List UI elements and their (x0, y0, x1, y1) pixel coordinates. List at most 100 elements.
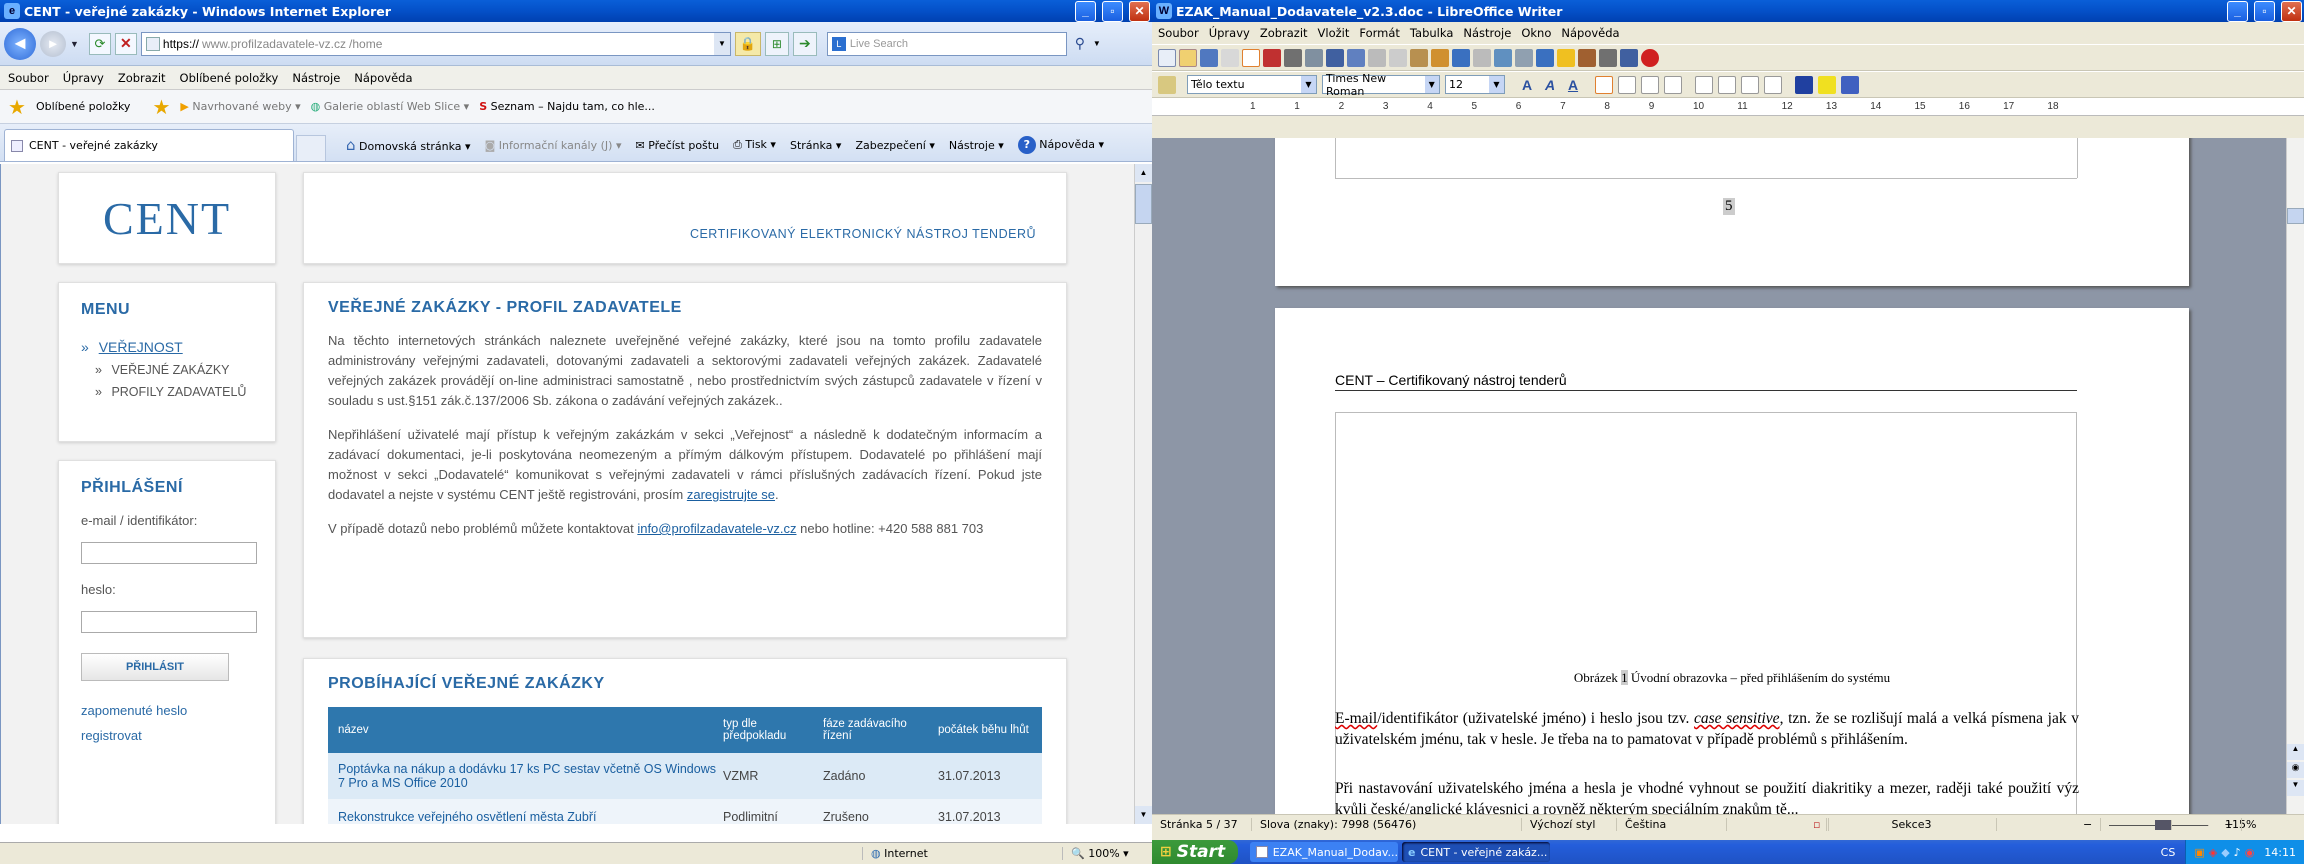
safety-menu-button[interactable]: Zabezpečení ▾ (855, 139, 934, 152)
lo-maximize-button[interactable]: ▫ (2254, 0, 2275, 22)
export-pdf-icon[interactable] (1263, 48, 1281, 67)
zoom-control[interactable]: 🔍 100% ▾ (1062, 847, 1152, 860)
scroll-thumb[interactable] (1135, 184, 1152, 224)
search-box[interactable]: L Live Search (826, 31, 1067, 56)
password-field[interactable] (81, 611, 257, 633)
menu-edit[interactable]: Úpravy (63, 71, 104, 85)
tray-app-icon[interactable]: ▣ (2194, 846, 2204, 859)
new-tab-button[interactable] (296, 135, 326, 161)
close-button[interactable]: ✕ (1129, 0, 1150, 22)
align-left-icon[interactable] (1595, 75, 1613, 94)
navigation-icon[interactable]: ◉ (2287, 762, 2304, 778)
lo-menu-view[interactable]: Zobrazit (1260, 26, 1308, 40)
tray-network-icon[interactable]: ◈ (2209, 846, 2217, 859)
stop-icon[interactable]: ✕ (114, 32, 137, 55)
status-page[interactable]: Stránka 5 / 37 (1152, 818, 1252, 831)
table-row[interactable]: Rekonstrukce veřejného osvětlení města Z… (328, 799, 1042, 824)
scroll-up-arrow[interactable]: ▲ (1135, 164, 1152, 182)
forgot-password-link[interactable]: zapomenuté heslo (81, 703, 253, 718)
lock-icon[interactable]: 🔒 (734, 31, 761, 56)
status-words[interactable]: Slova (znaky): 7998 (56476) (1252, 818, 1522, 831)
history-dropdown-icon[interactable]: ▼ (70, 39, 79, 49)
col-date[interactable]: počátek běhu lhůt (938, 707, 1042, 753)
navigator-icon[interactable] (1557, 48, 1575, 67)
lo-menu-format[interactable]: Formát (1359, 26, 1400, 40)
font-size-select[interactable]: 12 ▼ (1445, 75, 1505, 94)
italic-icon[interactable]: A (1541, 77, 1559, 93)
fav-seznam[interactable]: S Seznam – Najdu tam, co hle... (479, 100, 655, 113)
new-document-icon[interactable] (1158, 48, 1176, 67)
lo-menu-table[interactable]: Tabulka (1410, 26, 1453, 40)
address-dropdown-icon[interactable]: ▼ (713, 32, 730, 55)
cent-logo[interactable]: CENT (103, 192, 231, 245)
col-name[interactable]: název (328, 707, 723, 753)
contact-email-link[interactable]: info@profilzadavatele-vz.cz (637, 521, 796, 536)
numbering-icon[interactable] (1695, 75, 1713, 94)
bold-icon[interactable]: A (1518, 77, 1536, 93)
start-button[interactable]: ⊞ Start (1152, 840, 1238, 864)
row-name[interactable]: Rekonstrukce veřejného osvětlení města Z… (328, 799, 723, 824)
col-phase[interactable]: fáze zadávacího řízení (823, 707, 938, 753)
menu-view[interactable]: Zobrazit (118, 71, 166, 85)
bullets-icon[interactable] (1718, 75, 1736, 94)
gallery-icon[interactable] (1578, 48, 1596, 67)
status-language[interactable]: Čeština (1617, 818, 1727, 831)
formatting-marks-icon[interactable] (1620, 48, 1638, 67)
favorites-button[interactable]: Oblíbené položky (36, 100, 131, 113)
horizontal-ruler[interactable]: 1 1 2 3 4 5 6 7 8 9 10 11 12 13 14 15 16 17 18 (1152, 98, 2304, 116)
address-bar[interactable]: https://www.profilzadavatele-vz.cz/home … (140, 31, 731, 56)
fav-suggested-sites[interactable]: ▶ Navrhované weby ▾ (180, 100, 300, 113)
menu-file[interactable]: Soubor (8, 71, 49, 85)
menu-favorites[interactable]: Oblíbené položky (180, 71, 279, 85)
lo-menu-file[interactable]: Soubor (1158, 26, 1199, 40)
show-draw-icon[interactable] (1536, 48, 1554, 67)
feeds-button[interactable]: ◙ Informační kanály (J) ▾ (485, 139, 622, 152)
redo-icon[interactable] (1473, 48, 1491, 67)
zoom-track[interactable] (2108, 819, 2209, 830)
cut-icon[interactable] (1368, 48, 1386, 67)
tray-security-icon[interactable]: ◉ (2245, 846, 2255, 859)
edit-mode-icon[interactable] (1242, 48, 1260, 67)
row-name[interactable]: Poptávka na nákup a dodávku 17 ks PC ses… (328, 753, 723, 799)
zoom-minus-icon[interactable]: − (2075, 818, 2102, 831)
register-link[interactable]: registrovat (81, 728, 253, 743)
status-signature[interactable]: ▫ (1797, 818, 1830, 831)
justify-icon[interactable] (1664, 75, 1682, 94)
status-style[interactable]: Výchozí styl (1522, 818, 1617, 831)
taskbar-item-ie[interactable]: e CENT - veřejné zakáz... (1402, 842, 1550, 862)
print-preview-icon[interactable] (1305, 48, 1323, 67)
taskbar-item-writer[interactable]: EZAK_Manual_Dodav... (1250, 842, 1398, 862)
submenu-item-profily[interactable]: » PROFILY ZADAVATELŮ (95, 385, 275, 399)
lo-menu-tools[interactable]: Nástroje (1463, 26, 1511, 40)
zoom-plus-icon[interactable]: + (2216, 818, 2243, 831)
search-dropdown-icon[interactable]: ▼ (1093, 39, 1101, 48)
scroll-down-arrow[interactable]: ▼ (1135, 806, 1152, 824)
back-icon[interactable]: ◄ (4, 27, 36, 60)
add-favorite-icon[interactable]: ★ (152, 95, 170, 119)
menu-item-verejnost[interactable]: » VEŘEJNOST (81, 339, 275, 355)
body-paragraph-2[interactable]: Při nastavování uživatelského jména a he… (1335, 778, 2079, 814)
lo-menu-insert[interactable]: Vložit (1318, 26, 1350, 40)
next-page-icon[interactable]: ▼ (2287, 780, 2304, 796)
submenu-item-zakazky[interactable]: » VEŘEJNÉ ZAKÁZKY (95, 363, 275, 377)
login-button[interactable]: PŘIHLÁSIT (81, 653, 229, 681)
ie-titlebar[interactable]: e CENT - veřejné zakázky - Windows Inter… (0, 0, 1152, 22)
open-icon[interactable] (1179, 48, 1197, 67)
lo-titlebar[interactable]: W EZAK_Manual_Dodavatele_v2.3.doc - Libr… (1152, 0, 2304, 22)
ie-scrollbar[interactable]: ▲ ▼ (1134, 164, 1152, 824)
caption-number-field[interactable]: 1 (1621, 670, 1628, 685)
lo-scroll-thumb[interactable] (2287, 208, 2304, 224)
help-menu-button[interactable]: ? Nápověda ▾ (1017, 136, 1104, 154)
go-icon[interactable]: ➔ (792, 31, 817, 56)
paste-icon[interactable] (1410, 48, 1428, 67)
hyperlink-icon[interactable] (1494, 48, 1512, 67)
copy-icon[interactable] (1389, 48, 1407, 67)
minimize-button[interactable]: _ (1075, 0, 1096, 22)
font-name-select[interactable]: Times New Roman ▼ (1322, 72, 1440, 98)
page-menu-button[interactable]: Stránka ▾ (790, 139, 841, 152)
lo-minimize-button[interactable]: _ (2227, 0, 2248, 22)
undo-icon[interactable] (1452, 48, 1470, 67)
lo-close-button[interactable]: ✕ (2281, 0, 2302, 22)
refresh-icon[interactable]: ⟳ (88, 32, 111, 55)
clone-formatting-icon[interactable] (1431, 48, 1449, 67)
